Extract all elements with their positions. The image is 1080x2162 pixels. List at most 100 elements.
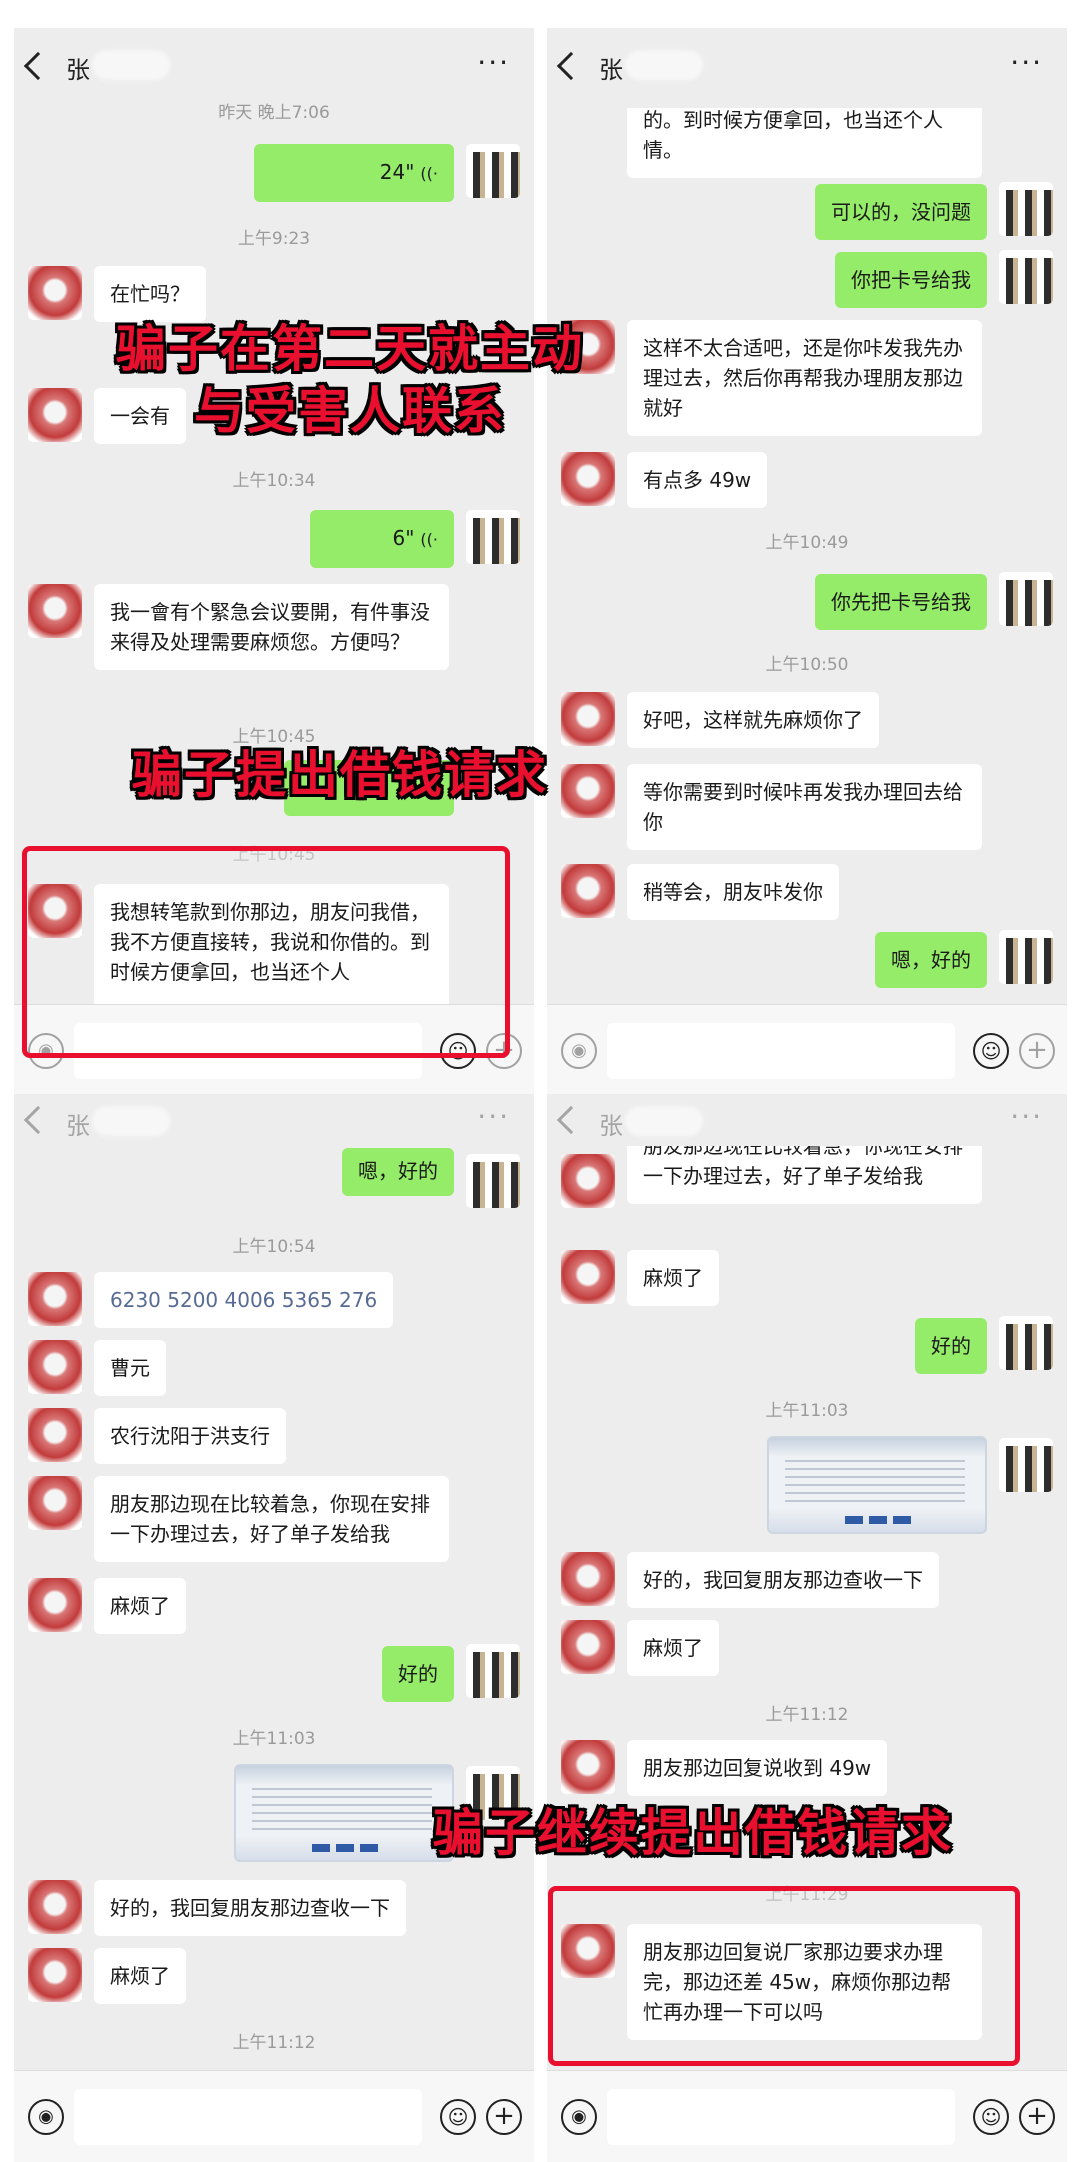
avatar[interactable]: [28, 1578, 82, 1632]
avatar[interactable]: [561, 1250, 615, 1304]
avatar[interactable]: [561, 1552, 615, 1606]
message-bubble[interactable]: 麻烦了: [94, 1578, 186, 1634]
avatar[interactable]: [466, 144, 520, 198]
message-bubble[interactable]: 麻烦了: [627, 1620, 719, 1676]
avatar[interactable]: [466, 1644, 520, 1698]
voice-message[interactable]: 6" ((·: [310, 510, 454, 568]
message-list[interactable]: 嗯，好的 上午10:54 6230 5200 4006 5365 276 曹元 …: [14, 1094, 534, 2070]
more-icon[interactable]: ···: [1010, 46, 1043, 79]
avatar[interactable]: [28, 1272, 82, 1326]
avatar[interactable]: [28, 1476, 82, 1530]
voice-duration: 24": [379, 160, 415, 184]
message-bubble[interactable]: 有点多 49w: [627, 452, 768, 508]
message-bubble[interactable]: 嗯，好的: [342, 1148, 454, 1196]
message-bubble[interactable]: 农行沈阳于洪支行: [94, 1408, 286, 1464]
message-input[interactable]: [607, 2089, 955, 2145]
avatar[interactable]: [561, 452, 615, 506]
contact-name: 张: [599, 56, 623, 84]
voice-duration: 6": [392, 526, 415, 550]
avatar[interactable]: [999, 1438, 1053, 1492]
avatar[interactable]: [561, 1740, 615, 1794]
avatar[interactable]: [28, 584, 82, 638]
message-bubble[interactable]: 好的，我回复朋友那边查收一下: [94, 1880, 406, 1936]
emoji-icon[interactable]: ☺: [973, 2099, 1009, 2135]
voice-wave-icon: ((·: [420, 164, 438, 183]
message-input[interactable]: [607, 1023, 955, 1079]
message-bubble[interactable]: 朋友那边现在比较着急，你现在安排一下办理过去，好了单子发给我: [94, 1476, 449, 1562]
chat-input-bar: ◉ ☺ +: [547, 1004, 1067, 1096]
caption-contact-line1: 骗子在第二天就主动: [116, 320, 584, 378]
message-bubble[interactable]: 我一會有个緊急会议要開，有件事没来得及处理需要麻烦您。方便吗？: [94, 584, 449, 670]
avatar[interactable]: [999, 1316, 1053, 1370]
chat-panel-3: 嗯，好的 上午10:54 6230 5200 4006 5365 276 曹元 …: [14, 1094, 534, 2162]
contact-name: 张: [66, 1112, 90, 1140]
message-bubble[interactable]: 曹元: [94, 1340, 166, 1396]
message-bubble[interactable]: 好的: [915, 1318, 987, 1374]
message-bubble[interactable]: 你把卡号给我: [835, 252, 987, 308]
timestamp: 上午11:03: [232, 1729, 316, 1749]
message-bubble[interactable]: 这样不太合适吧，还是你咔发我先办理过去，然后你再帮我办理朋友那边就好: [627, 320, 982, 436]
chat-panel-2: 的。到时候方便拿回，也当还个人情。 可以的，没问题 你把卡号给我 这样不太合适吧…: [547, 28, 1067, 1096]
back-icon[interactable]: [556, 51, 586, 81]
plus-icon[interactable]: +: [1019, 2099, 1055, 2135]
chat-header: 张 ···: [547, 28, 1067, 108]
message-bubble[interactable]: 你先把卡号给我: [815, 574, 987, 630]
avatar[interactable]: [28, 266, 82, 320]
avatar[interactable]: [999, 182, 1053, 236]
voice-input-icon[interactable]: ◉: [561, 2099, 597, 2135]
caption-contact-line2: 与受害人联系: [194, 382, 506, 440]
timestamp: 上午11:12: [232, 2033, 316, 2053]
message-input[interactable]: [74, 2089, 422, 2145]
avatar[interactable]: [28, 1408, 82, 1462]
emoji-icon[interactable]: ☺: [973, 1033, 1009, 1069]
avatar[interactable]: [466, 510, 520, 564]
avatar[interactable]: [28, 1948, 82, 2002]
highlight-box: [22, 846, 510, 1058]
back-icon[interactable]: [556, 1105, 586, 1135]
chat-header: 张 ···: [14, 1094, 534, 1146]
message-bubble[interactable]: 朋友那边回复说收到 49w: [627, 1740, 888, 1796]
message-bubble[interactable]: 麻烦了: [94, 1948, 186, 2004]
message-bubble[interactable]: 在忙吗？: [94, 266, 206, 322]
message-bubble[interactable]: 嗯，好的: [875, 932, 987, 988]
plus-icon[interactable]: +: [1019, 1033, 1055, 1069]
message-bubble[interactable]: 麻烦了: [627, 1250, 719, 1306]
timestamp: 上午10:50: [765, 655, 849, 675]
emoji-icon[interactable]: ☺: [440, 2099, 476, 2135]
message-list[interactable]: 的。到时候方便拿回，也当还个人情。 可以的，没问题 你把卡号给我 这样不太合适吧…: [547, 28, 1067, 1004]
voice-wave-icon: ((·: [420, 530, 438, 549]
caption-borrow-again: 骗子继续提出借钱请求: [433, 1804, 953, 1862]
message-bubble[interactable]: 稍等会，朋友咔发你: [627, 864, 839, 920]
avatar[interactable]: [999, 250, 1053, 304]
message-bubble[interactable]: 好的，我回复朋友那边查收一下: [627, 1552, 939, 1608]
plus-icon[interactable]: +: [486, 2099, 522, 2135]
message-bubble[interactable]: 好吧，这样就先麻烦你了: [627, 692, 879, 748]
message-bubble[interactable]: 可以的，没问题: [815, 184, 987, 240]
voice-input-icon[interactable]: ◉: [561, 1033, 597, 1069]
avatar[interactable]: [999, 930, 1053, 984]
more-icon[interactable]: ···: [1010, 1100, 1043, 1133]
avatar[interactable]: [28, 388, 82, 442]
blurred-name: [625, 1106, 703, 1136]
avatar[interactable]: [561, 1620, 615, 1674]
message-bubble[interactable]: 好的: [382, 1646, 454, 1702]
blurred-name: [92, 1106, 170, 1136]
avatar[interactable]: [466, 1154, 520, 1208]
back-icon[interactable]: [23, 1105, 53, 1135]
timestamp: 上午11:03: [765, 1401, 849, 1421]
avatar[interactable]: [999, 572, 1053, 626]
voice-input-icon[interactable]: ◉: [28, 2099, 64, 2135]
avatar[interactable]: [28, 1880, 82, 1934]
timestamp: 上午11:12: [765, 1705, 849, 1725]
avatar[interactable]: [561, 864, 615, 918]
message-bubble[interactable]: 等你需要到时候咔再发我办理回去给你: [627, 764, 982, 850]
more-icon[interactable]: ···: [477, 1100, 510, 1133]
voice-message[interactable]: 24" ((·: [254, 144, 454, 202]
blurred-name: [625, 50, 703, 80]
card-number-message[interactable]: 6230 5200 4006 5365 276: [94, 1272, 394, 1328]
avatar[interactable]: [28, 1340, 82, 1394]
transfer-screenshot-image[interactable]: [767, 1436, 987, 1534]
avatar[interactable]: [561, 692, 615, 746]
avatar[interactable]: [561, 1154, 615, 1208]
timestamp: 上午9:23: [237, 229, 311, 249]
